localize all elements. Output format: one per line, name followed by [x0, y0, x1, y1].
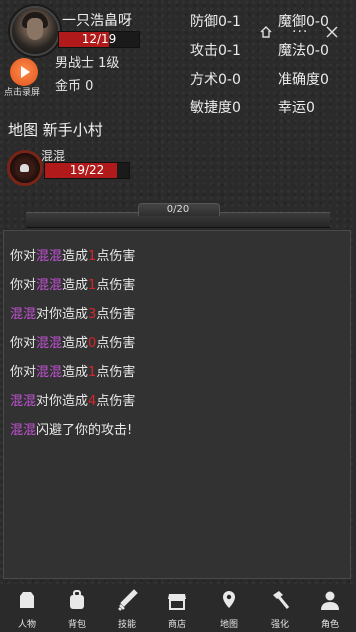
- enemy-hp-text: 19/22: [69, 163, 105, 177]
- progress-text: 0/20: [166, 204, 190, 215]
- stat-magic: 魔法0-0: [278, 43, 329, 59]
- stat-technique: 方术0-0: [190, 72, 241, 88]
- stat-luck: 幸运0: [278, 100, 315, 116]
- log-text: 造成: [62, 336, 89, 351]
- log-text: 点伤害: [96, 394, 136, 409]
- log-text: 你对: [10, 336, 37, 351]
- nav-label: 技能: [117, 620, 136, 630]
- hammer-icon: [273, 591, 290, 609]
- nav-label: 背包: [67, 620, 86, 630]
- log-text: 造成: [62, 249, 89, 264]
- combat-log[interactable]: 你对混混造成1点伤害 你对混混造成1点伤害 混混对你造成3点伤害 你对混混造成0点伤害…: [3, 230, 351, 579]
- nav-item-backpack[interactable]: 背包: [57, 589, 97, 630]
- backpack-icon: [70, 590, 84, 609]
- log-line: 你对混混造成1点伤害: [10, 245, 135, 264]
- enemy-hp-bar: 19/22: [44, 162, 130, 179]
- enemy-avatar[interactable]: [7, 150, 43, 186]
- record-button[interactable]: [10, 58, 38, 86]
- player-avatar[interactable]: [10, 6, 60, 56]
- log-text: 闪避了你的攻击!: [36, 423, 133, 438]
- stat-accuracy: 准确度0: [278, 72, 329, 88]
- log-text: 点伤害: [96, 336, 136, 351]
- enemy-name-text: 混混: [10, 394, 37, 409]
- stat-defense: 防御0-1: [190, 14, 241, 30]
- log-line: 你对混混造成0点伤害: [10, 332, 135, 351]
- log-text: 造成: [62, 278, 89, 293]
- avatar-face: [27, 18, 43, 40]
- log-text: 你对: [10, 365, 37, 380]
- log-text: 点伤害: [96, 365, 136, 380]
- home-icon[interactable]: [259, 25, 273, 39]
- nav-label: 地图: [219, 620, 238, 630]
- nav-item-user[interactable]: 角色: [310, 589, 350, 630]
- stat-agility: 敏捷度0: [190, 100, 241, 116]
- nav-label: 角色: [320, 620, 339, 630]
- nav-label: 强化: [270, 620, 289, 630]
- nav-item-hammer[interactable]: 强化: [260, 589, 300, 630]
- log-line: 混混对你造成3点伤害: [10, 303, 135, 322]
- player-hp-text: 12/19: [81, 32, 117, 46]
- map-location: 地图 新手小村: [8, 121, 103, 139]
- nav-item-sword[interactable]: 技能: [107, 589, 147, 630]
- log-line: 混混对你造成4点伤害: [10, 390, 135, 409]
- record-label: 点击录屏: [4, 88, 41, 98]
- stat-attack: 攻击0-1: [190, 43, 241, 59]
- log-line: 混混闪避了你的攻击!: [10, 419, 132, 438]
- enemy-name-text: 混混: [10, 307, 37, 322]
- log-text: 你对: [10, 249, 37, 264]
- nav-label: 人物: [17, 620, 36, 630]
- log-text: 点伤害: [96, 278, 136, 293]
- close-icon[interactable]: [325, 25, 339, 39]
- log-text: 点伤害: [96, 307, 136, 322]
- play-icon: [21, 66, 30, 78]
- player-class-level: 男战士 1级: [55, 56, 120, 71]
- log-text: 你对: [10, 278, 37, 293]
- more-icon[interactable]: ···: [292, 24, 308, 40]
- enemy-name-text: 混混: [36, 249, 63, 264]
- enemy-name-text: 混混: [10, 423, 37, 438]
- map-icon: [223, 591, 235, 608]
- player-gold: 金币 0: [55, 79, 94, 94]
- enemy-name-text: 混混: [36, 336, 63, 351]
- log-text: 对你造成: [36, 394, 89, 409]
- log-line: 你对混混造成1点伤害: [10, 361, 135, 380]
- log-text: 造成: [62, 365, 89, 380]
- nav-item-shop[interactable]: 商店: [157, 589, 197, 630]
- user-icon: [321, 591, 339, 610]
- enemy-name-text: 混混: [36, 365, 63, 380]
- sword-icon: [118, 589, 138, 611]
- nav-item-map[interactable]: 地图: [209, 589, 249, 630]
- log-text: 点伤害: [96, 249, 136, 264]
- nav-item-character[interactable]: 人物: [7, 589, 47, 630]
- player-hp-bar: 12/19: [58, 31, 140, 48]
- character-icon: [20, 592, 34, 608]
- skull-icon: [20, 164, 29, 172]
- nav-label: 商店: [167, 620, 186, 630]
- player-name: 一只浩畠呀: [62, 13, 132, 29]
- shop-icon: [168, 594, 186, 610]
- enemy-name-text: 混混: [36, 278, 63, 293]
- log-text: 对你造成: [36, 307, 89, 322]
- log-line: 你对混混造成1点伤害: [10, 274, 135, 293]
